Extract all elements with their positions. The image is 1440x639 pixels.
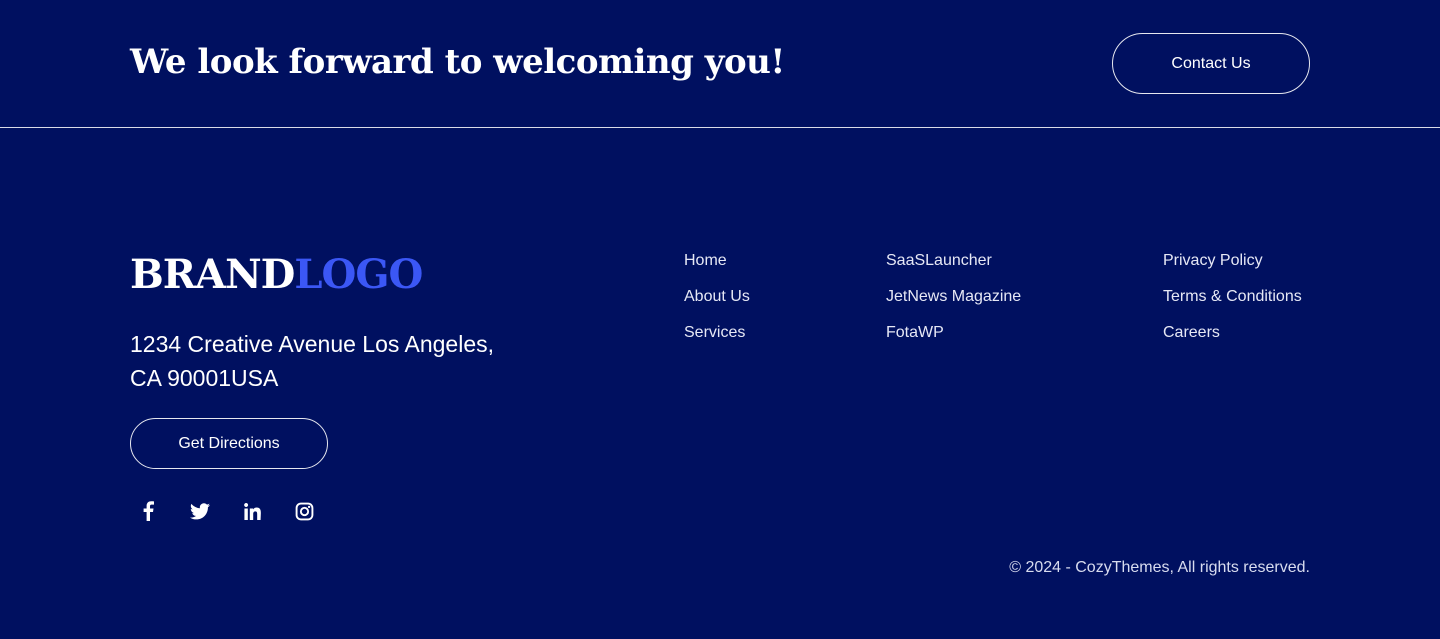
address-line-2: CA 90001USA [130,365,279,391]
logo-brand-text: BRAND [130,251,295,298]
footer-nav-column-2: SaaSLauncher JetNews Magazine FotaWP [886,250,1021,358]
footer-link-services[interactable]: Services [684,322,750,358]
footer-nav-column-1: Home About Us Services [684,250,750,358]
footer-link-careers[interactable]: Careers [1163,322,1302,358]
cta-section: We look forward to welcoming you! Contac… [0,0,1440,128]
instagram-icon[interactable] [292,499,316,523]
get-directions-button[interactable]: Get Directions [130,418,328,469]
footer-link-terms-conditions[interactable]: Terms & Conditions [1163,286,1302,322]
address: 1234 Creative Avenue Los Angeles, CA 900… [130,327,570,395]
social-links [136,499,344,523]
logo-accent-text: LOGO [294,251,423,298]
footer-nav-column-3: Privacy Policy Terms & Conditions Career… [1163,250,1302,358]
footer-link-home[interactable]: Home [684,250,750,286]
footer-link-saaslauncher[interactable]: SaaSLauncher [886,250,1021,286]
facebook-icon[interactable] [136,499,160,523]
footer-link-about-us[interactable]: About Us [684,286,750,322]
footer-link-privacy-policy[interactable]: Privacy Policy [1163,250,1302,286]
brand-logo[interactable]: BRANDLOGO [130,251,423,298]
twitter-icon[interactable] [188,499,212,523]
footer-link-fotawp[interactable]: FotaWP [886,322,1021,358]
footer-link-jetnews-magazine[interactable]: JetNews Magazine [886,286,1021,322]
copyright-text: © 2024 - CozyThemes, All rights reserved… [1009,559,1310,576]
contact-us-button[interactable]: Contact Us [1112,33,1310,94]
address-line-1: 1234 Creative Avenue Los Angeles, [130,331,495,357]
cta-heading: We look forward to welcoming you! [130,42,785,82]
linkedin-icon[interactable] [240,499,264,523]
